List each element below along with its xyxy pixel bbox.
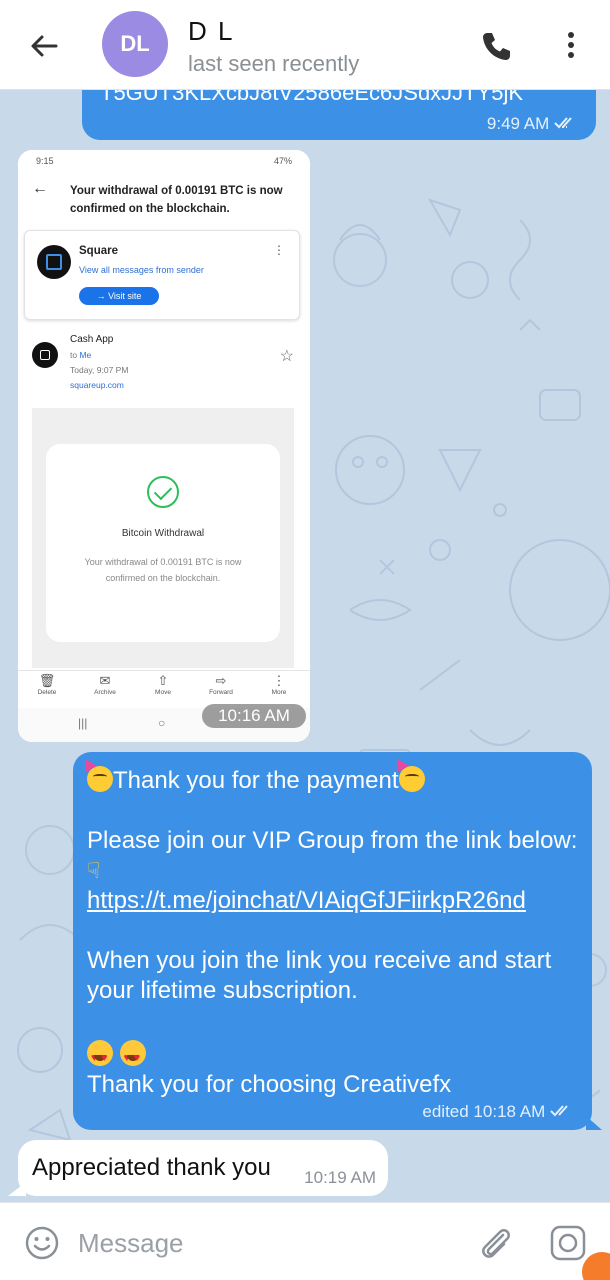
message-body: Thank you for the payment Please join ou… (87, 766, 579, 1100)
photo-message[interactable]: 9:15 47% ← Your withdrawal of 0.00191 BT… (18, 150, 310, 742)
message-line: https://t.me/joinchat/VIAiqGfJFiirkpR26n… (87, 886, 579, 916)
receipt-title: Bitcoin Withdrawal (121, 528, 205, 539)
sender-card: Square View all messages from sender → V… (24, 230, 300, 320)
heart-eyes-emoji-icon (87, 1040, 113, 1073)
square-logo-icon (37, 245, 71, 279)
sender-name: Square (79, 245, 118, 257)
invite-link[interactable]: https://t.me/joinchat/VIAiqGfJFiirkpR26n… (87, 887, 526, 914)
message-meta: 9:49 AM (487, 114, 580, 134)
message-line: Please join our VIP Group from the link … (87, 826, 579, 886)
heart-eyes-emoji-icon (119, 1040, 146, 1073)
chat-header: DL D L last seen recently (0, 0, 610, 90)
delete-label: Delete (37, 689, 57, 696)
message-spacer (87, 916, 579, 946)
archive-tool: ✉ Archive (80, 673, 130, 696)
chat-area[interactable]: T5GUT3KLXcbJ8tV2586eEc6JSdxJJTY5jK 9:49 … (0, 90, 610, 1202)
email-subject: Your withdrawal of 0.00191 BTC is now co… (70, 185, 283, 215)
more-icon: ⋮ (272, 673, 286, 688)
recents-icon: ||| (78, 716, 88, 730)
checkmark-icon (147, 476, 179, 508)
message-text: Appreciated thank you (32, 1154, 271, 1181)
message-spacer (87, 1006, 579, 1036)
outgoing-message[interactable]: Thank you for the payment Please join ou… (73, 752, 592, 1130)
partying-face-emoji-icon (87, 766, 113, 792)
avatar[interactable]: DL (102, 11, 168, 77)
message-spacer (87, 796, 579, 826)
forward-icon: ⇨ (215, 673, 227, 688)
phone-icon (483, 33, 510, 60)
move-icon: ⇧ (157, 673, 169, 688)
cash-app-logo-icon (32, 342, 58, 368)
receipt-card: Bitcoin Withdrawal Your withdrawal of 0.… (46, 444, 280, 642)
arrow-left-icon (31, 35, 58, 57)
email-to-value: Me (79, 350, 92, 360)
archive-icon: ✉ (99, 673, 111, 688)
email-from: Cash App (70, 334, 114, 345)
more-button[interactable] (556, 26, 586, 66)
email-to-prefix: to (70, 350, 78, 360)
emoji-button[interactable] (24, 1225, 60, 1261)
message-time: 10:19 AM (304, 1168, 376, 1187)
join-text: Please join our VIP Group from the link … (87, 827, 578, 854)
email-back-icon: ← (32, 180, 48, 197)
outgoing-message[interactable]: T5GUT3KLXcbJ8tV2586eEc6JSdxJJTY5jK 9:49 … (82, 90, 596, 140)
email-domain: squareup.com (70, 380, 124, 390)
home-icon: ○ (158, 716, 166, 730)
call-button[interactable] (476, 26, 516, 66)
card-more-icon: ⋮ (273, 243, 285, 257)
email-body: Bitcoin Withdrawal Your withdrawal of 0.… (32, 408, 294, 668)
trash-icon: 🗑︎ (38, 673, 56, 688)
double-check-icon (550, 1105, 568, 1117)
status-bar-battery: 47% (273, 156, 292, 166)
double-check-icon (554, 117, 572, 129)
contact-name[interactable]: D L (188, 16, 234, 47)
forward-label: Forward (209, 689, 233, 696)
partying-face-emoji-icon (398, 766, 425, 792)
move-label: Move (155, 689, 171, 696)
message-time: 9:49 AM (486, 114, 550, 133)
email-date: Today, 9:07 PM (70, 365, 129, 375)
paperclip-icon (482, 1229, 510, 1258)
back-button[interactable] (22, 26, 66, 66)
receipt-text: Your withdrawal of 0.00191 BTC is now co… (84, 557, 242, 583)
message-input[interactable] (78, 1221, 458, 1265)
message-text: T5GUT3KLXcbJ8tV2586eEc6JSdxJJTY5jK (100, 90, 524, 105)
attach-button[interactable] (476, 1223, 514, 1263)
email-to: to Me (70, 350, 91, 360)
photo-time: 10:16 AM (202, 704, 306, 728)
star-icon: ☆ (279, 348, 294, 365)
pointing-down-emoji-icon: ☟ (87, 858, 101, 883)
forward-tool: ⇨ Forward (196, 673, 246, 696)
message-line (87, 1036, 579, 1073)
message-meta: edited 10:18 AM (422, 1102, 576, 1122)
more-tool: ⋮ More (254, 673, 304, 696)
view-all-link: View all messages from sender (79, 265, 204, 275)
email-screenshot-image: 9:15 47% ← Your withdrawal of 0.00191 BT… (18, 150, 310, 742)
visit-site-button: → Visit site (79, 287, 159, 305)
incoming-message[interactable]: Appreciated thank you 10:19 AM (18, 1140, 388, 1196)
move-tool: ⇧ Move (138, 673, 188, 696)
smiley-icon (25, 1226, 59, 1260)
message-edited-time: edited 10:18 AM (422, 1102, 546, 1121)
camera-icon (550, 1225, 586, 1261)
message-line: When you join the link you receive and s… (87, 947, 552, 1004)
delete-tool: 🗑︎ Delete (22, 673, 72, 696)
camera-button[interactable] (548, 1223, 588, 1263)
thanks-text: Thank you for the payment (113, 767, 399, 794)
archive-label: Archive (94, 689, 116, 696)
more-vertical-icon (568, 32, 574, 58)
contact-status: last seen recently (188, 51, 360, 76)
visit-site-label: Visit site (108, 291, 142, 301)
status-bar-time: 9:15 (36, 156, 54, 166)
message-line: Thank you for choosing Creativefx (87, 1071, 452, 1098)
message-input-bar (0, 1202, 610, 1280)
more-label: More (271, 689, 287, 696)
email-toolbar: 🗑︎ Delete ✉ Archive ⇧ Move ⇨ Forward ⋮ More (18, 670, 310, 706)
message-line: Thank you for the payment (87, 766, 579, 796)
